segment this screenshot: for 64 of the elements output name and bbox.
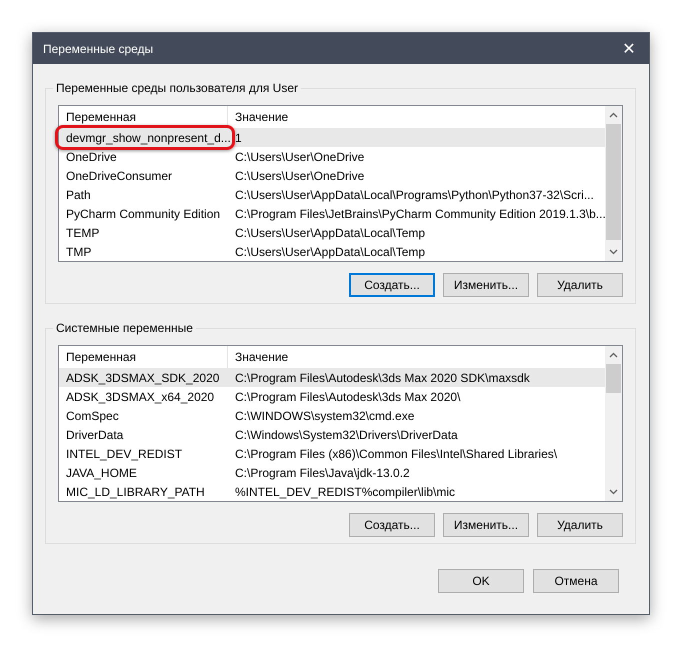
- list-row[interactable]: TMP C:\Users\User\AppData\Local\Temp: [59, 242, 605, 261]
- list-row[interactable]: DriverData C:\Windows\System32\Drivers\DriverData: [59, 425, 605, 444]
- list-cell-text: INTEL_DEV_REDIST: [65, 446, 184, 460]
- action-button[interactable]: Удалить: [537, 513, 623, 537]
- window-title: Переменные среды: [43, 42, 154, 56]
- action-button[interactable]: Изменить...: [443, 513, 529, 537]
- list-cell-text: ADSK_3DSMAX_x64_2020: [65, 390, 216, 404]
- list-cell-text: C:\WINDOWS\system32\cmd.exe: [234, 408, 416, 422]
- list-cell-text: MIC_LD_LIBRARY_PATH: [65, 484, 206, 498]
- list-row[interactable]: OneDrive C:\Users\User\OneDrive: [59, 147, 605, 166]
- list-row[interactable]: OneDriveConsumer C:\Users\User\OneDrive: [59, 166, 605, 185]
- ok-button[interactable]: OK: [438, 569, 524, 593]
- list-cell-text: C:\Program Files\Java\jdk-13.0.2: [234, 466, 411, 480]
- list-cell-text: Path: [65, 188, 92, 202]
- list-cell-text: ComSpec: [65, 408, 120, 422]
- list-cell-text: OneDriveConsumer: [65, 168, 174, 182]
- list-cell-text: TEMP: [65, 226, 100, 240]
- action-button[interactable]: Изменить...: [443, 273, 529, 297]
- list-cell-text: 1: [234, 130, 243, 144]
- list-row[interactable]: ADSK_3DSMAX_SDK_2020 C:\Program Files\Autodesk\3ds Max 2020 SDK\maxsdk: [59, 368, 605, 387]
- list-row[interactable]: devmgr_show_nonpresent_d... 1: [59, 128, 605, 147]
- list-cell-text: C:\Users\User\AppData\Local\Programs\Python\Python37-32\Scri...: [234, 188, 595, 202]
- close-button[interactable]: ✕: [609, 33, 649, 64]
- scrollbar[interactable]: [605, 346, 622, 501]
- list-row[interactable]: ADSK_3DSMAX_x64_2020 C:\Program Files\Autodesk\3ds Max 2020\: [59, 387, 605, 406]
- list-row[interactable]: JAVA_HOME C:\Program Files\Java\jdk-13.0.2: [59, 463, 605, 482]
- scroll-thumb[interactable]: [606, 364, 621, 393]
- action-button[interactable]: Удалить: [537, 273, 623, 297]
- list-cell-text: devmgr_show_nonpresent_d...: [65, 130, 228, 144]
- list-cell-text: ADSK_3DSMAX_SDK_2020: [65, 370, 220, 384]
- scroll-down-icon[interactable]: [609, 489, 618, 495]
- list-cell-text: C:\Users\User\AppData\Local\Temp: [234, 244, 426, 258]
- list-cell-text: C:\Program Files\JetBrains\PyCharm Community Edition 2019.1.3\b...: [234, 206, 605, 220]
- list-cell-text: C:\Program Files\Autodesk\3ds Max 2020 SDK\maxsdk: [234, 370, 531, 384]
- action-button[interactable]: Создать...: [349, 513, 435, 537]
- list-cell-text: %INTEL_DEV_REDIST%compiler\lib\mic: [234, 484, 456, 498]
- list-row[interactable]: Path C:\Users\User\AppData\Local\Programs\Python\Python37-32\Scri...: [59, 185, 605, 204]
- list-cell-text: PyCharm Community Edition: [65, 206, 222, 220]
- list-cell-text: C:\Users\User\AppData\Local\Temp: [234, 226, 426, 240]
- scroll-up-icon[interactable]: [609, 112, 618, 118]
- group-label: Системные переменные: [53, 321, 196, 336]
- list-cell-text: C:\Windows\System32\Drivers\DriverData: [234, 428, 459, 442]
- scroll-up-icon[interactable]: [609, 352, 618, 358]
- list-cell-text: TMP: [65, 244, 92, 258]
- list-cell-text: C:\Users\User\OneDrive: [234, 150, 366, 164]
- list-row[interactable]: PyCharm Community Edition C:\Program Files\JetBrains\PyCharm Community Edition 2019.1.3\b...: [59, 204, 605, 223]
- action-button[interactable]: Создать...: [349, 273, 435, 297]
- list-cell-text: C:\Program Files\Autodesk\3ds Max 2020\: [234, 390, 462, 404]
- scroll-down-icon[interactable]: [609, 249, 618, 255]
- list-row[interactable]: MIC_LD_LIBRARY_PATH %INTEL_DEV_REDIST%compiler\lib\mic: [59, 482, 605, 501]
- list-row[interactable]: INTEL_DEV_REDIST C:\Program Files (x86)\Common Files\Intel\Shared Libraries\: [59, 444, 605, 463]
- list-cell-text: C:\Users\User\OneDrive: [234, 168, 366, 182]
- column-header[interactable]: Значение: [228, 346, 605, 368]
- group-label: Переменные среды пользователя для User: [53, 81, 301, 96]
- scroll-thumb[interactable]: [606, 124, 621, 240]
- list-cell-text: JAVA_HOME: [65, 466, 138, 480]
- list-cell-text: C:\Program Files (x86)\Common Files\Intel\Shared Libraries\: [234, 446, 558, 460]
- cancel-button[interactable]: Отмена: [533, 569, 619, 593]
- list-row[interactable]: ComSpec C:\WINDOWS\system32\cmd.exe: [59, 406, 605, 425]
- list-cell-text: DriverData: [65, 428, 124, 442]
- list-cell-text: OneDrive: [65, 150, 118, 164]
- list-row[interactable]: TEMP C:\Users\User\AppData\Local\Temp: [59, 223, 605, 242]
- scrollbar[interactable]: [605, 106, 622, 261]
- column-header[interactable]: Значение: [228, 106, 605, 128]
